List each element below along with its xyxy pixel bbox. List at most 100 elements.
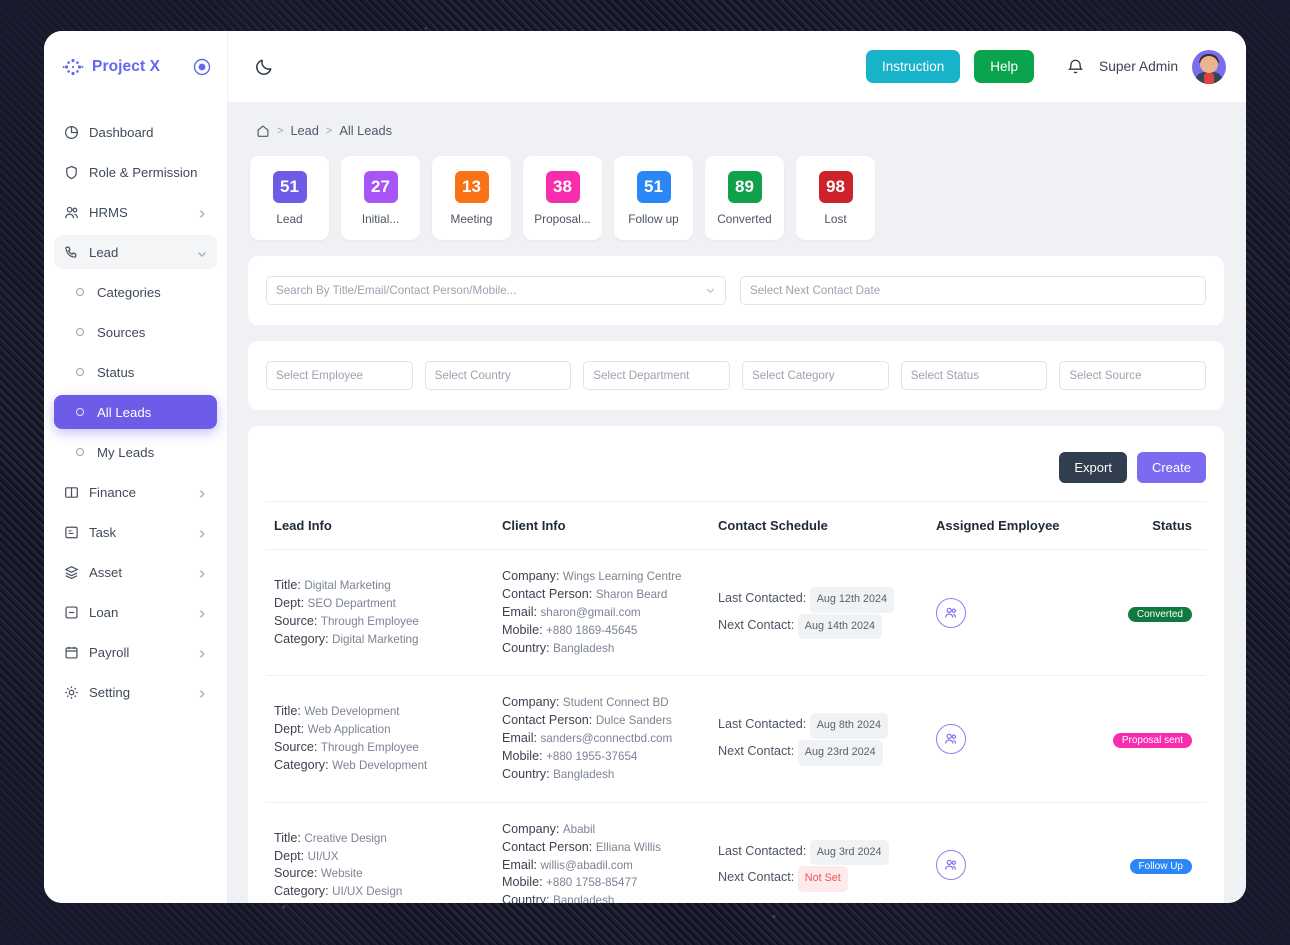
client-mobile: Mobile: +880 1758-85477 — [502, 874, 702, 892]
breadcrumb-separator: > — [277, 124, 284, 137]
stat-label: Lost — [824, 211, 847, 226]
column-status: Status — [1078, 501, 1206, 550]
breadcrumb-item-all-leads[interactable]: All Leads — [339, 123, 392, 138]
value-email: willis@abadil.com — [540, 858, 633, 872]
moon-icon[interactable] — [254, 56, 275, 77]
table-actions: Export Create — [266, 446, 1206, 501]
book-icon — [64, 485, 79, 500]
filter-employee[interactable]: Select Employee — [266, 361, 413, 390]
circle-target-icon[interactable] — [193, 58, 211, 76]
client-contact-person: Contact Person: Sharon Beard — [502, 586, 702, 604]
home-icon[interactable] — [256, 124, 270, 138]
cell-client-info: Company: Student Connect BD Contact Pers… — [494, 675, 710, 803]
lead-source: Source: Through Employee — [274, 739, 486, 757]
sidebar-item-task[interactable]: Task — [54, 515, 217, 549]
table-row[interactable]: Title: Creative Design Dept: UI/UX Sourc… — [266, 802, 1206, 903]
stat-card-converted[interactable]: 89 Converted — [705, 156, 784, 240]
stat-card-meeting[interactable]: 13 Meeting — [432, 156, 511, 240]
stat-label: Initial... — [361, 211, 400, 226]
instruction-button[interactable]: Instruction — [865, 50, 961, 83]
circle-outline-icon — [72, 445, 87, 460]
assigned-employee-icon[interactable] — [936, 597, 966, 628]
value-source: Website — [320, 867, 363, 881]
stat-card-lead[interactable]: 51 Lead — [250, 156, 329, 240]
breadcrumb-item-lead[interactable]: Lead — [290, 123, 318, 138]
bell-icon[interactable] — [1066, 57, 1085, 76]
lead-title: Title: Web Development — [274, 703, 486, 721]
sidebar-item-payroll[interactable]: Payroll — [54, 635, 217, 669]
label-email: Email: — [502, 857, 537, 872]
sidebar-item-lead[interactable]: Lead — [54, 235, 217, 269]
table-body: Title: Digital Marketing Dept: SEO Depar… — [266, 549, 1206, 903]
sidebar-item-label: Finance — [89, 484, 136, 500]
lead-category: Category: Web Development — [274, 757, 486, 775]
lead-title: Title: Digital Marketing — [274, 577, 486, 595]
sidebar-item-status[interactable]: Status — [54, 355, 217, 389]
export-button[interactable]: Export — [1059, 452, 1127, 483]
label-source: Source: — [274, 866, 318, 881]
lead-category: Category: UI/UX Design — [274, 883, 486, 901]
sidebar-item-hrms[interactable]: HRMS — [54, 195, 217, 229]
next-contact-date-input[interactable]: Select Next Contact Date — [740, 276, 1206, 305]
next-contact: Next Contact: Not Set — [718, 865, 920, 893]
sidebar-item-asset[interactable]: Asset — [54, 555, 217, 589]
stat-card-initial[interactable]: 27 Initial... — [341, 156, 420, 240]
filter-country-placeholder: Select Country — [434, 369, 511, 382]
chevron-right-icon — [197, 487, 207, 498]
sidebar-item-finance[interactable]: Finance — [54, 475, 217, 509]
stat-cards: 51 Lead 27 Initial... 13 Meeting 38 Prop… — [248, 152, 1224, 240]
label-mobile: Mobile: — [502, 622, 543, 637]
lead-category: Category: Digital Marketing — [274, 631, 486, 649]
table-row[interactable]: Title: Digital Marketing Dept: SEO Depar… — [266, 549, 1206, 677]
sidebar-item-loan[interactable]: Loan — [54, 595, 217, 629]
filter-source[interactable]: Select Source — [1059, 361, 1207, 390]
chevron-right-icon — [197, 527, 207, 538]
client-mobile: Mobile: +880 1869-45645 — [502, 622, 702, 640]
create-button[interactable]: Create — [1136, 452, 1206, 483]
stat-card-proposal[interactable]: 38 Proposal... — [523, 156, 602, 240]
label-company: Company: — [502, 821, 560, 836]
sidebar-item-label: Lead — [89, 244, 119, 260]
topbar: Instruction Help Super Admin — [228, 31, 1246, 103]
sidebar-item-my-leads[interactable]: My Leads — [54, 435, 217, 469]
label-category: Category: — [274, 631, 329, 646]
sidebar-item-dashboard[interactable]: Dashboard — [54, 115, 217, 149]
sidebar-item-setting[interactable]: Setting — [54, 675, 217, 709]
value-contact-person: Elliana Willis — [595, 840, 661, 854]
assigned-employee-icon[interactable] — [936, 850, 966, 881]
stat-value: 51 — [636, 170, 671, 203]
stat-card-follow-up[interactable]: 51 Follow up — [614, 156, 693, 240]
search-input[interactable]: Search By Title/Email/Contact Person/Mob… — [266, 276, 726, 305]
sidebar-item-role-permission[interactable]: Role & Permission — [54, 155, 217, 189]
calendar-icon — [64, 645, 79, 660]
help-button[interactable]: Help — [974, 50, 1034, 83]
stat-card-lost[interactable]: 98 Lost — [796, 156, 875, 240]
cell-status: Proposal sent — [1078, 675, 1206, 803]
sidebar-item-sources[interactable]: Sources — [54, 315, 217, 349]
value-source: Through Employee — [320, 741, 419, 755]
sidebar-nav: Dashboard Role & Permission HRMS Lead Ca… — [44, 103, 227, 709]
assigned-employee-icon[interactable] — [936, 724, 966, 755]
sidebar-item-categories[interactable]: Categories — [54, 275, 217, 309]
avatar[interactable] — [1192, 49, 1226, 84]
filter-status[interactable]: Select Status — [900, 361, 1048, 390]
value-last-contacted: Aug 3rd 2024 — [809, 839, 889, 866]
status-badge: Follow Up — [1129, 859, 1192, 875]
cell-client-info: Company: Ababil Contact Person: Elliana … — [494, 802, 710, 903]
circle-outline-icon — [72, 365, 87, 380]
search-row: Search By Title/Email/Contact Person/Mob… — [266, 276, 1206, 305]
label-last-contacted: Last Contacted: — [718, 591, 807, 606]
filter-category[interactable]: Select Category — [742, 361, 889, 390]
filter-country[interactable]: Select Country — [424, 361, 572, 390]
filter-status-placeholder: Select Status — [910, 369, 979, 382]
sidebar-item-all-leads[interactable]: All Leads — [54, 395, 217, 429]
table-row[interactable]: Title: Web Development Dept: Web Applica… — [266, 675, 1206, 803]
search-input-placeholder: Search By Title/Email/Contact Person/Mob… — [276, 284, 517, 297]
stat-label: Meeting — [450, 211, 493, 226]
value-mobile: +880 1869-45645 — [546, 623, 638, 637]
filter-source-placeholder: Select Source — [1069, 369, 1142, 382]
chevron-right-icon — [197, 647, 207, 658]
chevron-down-icon — [705, 285, 716, 296]
filter-department[interactable]: Select Department — [583, 361, 731, 390]
client-contact-person: Contact Person: Elliana Willis — [502, 839, 702, 857]
